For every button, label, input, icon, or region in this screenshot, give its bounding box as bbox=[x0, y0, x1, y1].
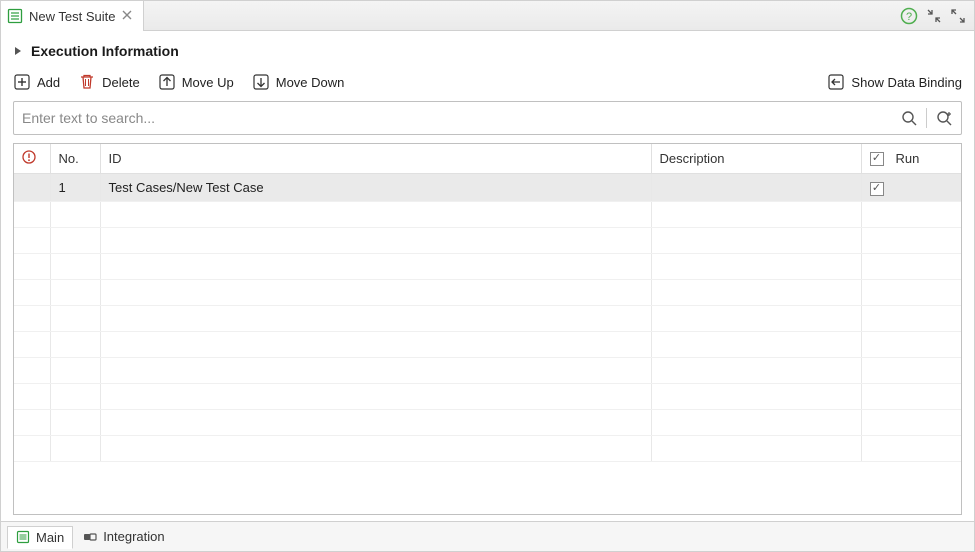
divider bbox=[926, 108, 927, 128]
table-row-empty bbox=[14, 253, 961, 279]
tab-integration-icon bbox=[83, 530, 97, 544]
tab-main-label: Main bbox=[36, 530, 64, 545]
search-input[interactable] bbox=[22, 110, 900, 126]
search-icon[interactable] bbox=[900, 109, 918, 127]
column-header-description[interactable]: Description bbox=[651, 144, 861, 174]
table-row-empty bbox=[14, 227, 961, 253]
minimize-icon[interactable] bbox=[926, 8, 942, 24]
bottom-tabs: Main Integration bbox=[1, 521, 974, 551]
table-row-empty bbox=[14, 435, 961, 461]
add-label: Add bbox=[37, 75, 60, 90]
show-data-binding-label: Show Data Binding bbox=[851, 75, 962, 90]
add-button[interactable]: Add bbox=[13, 73, 60, 91]
toolbar: Add Delete Move Up Move Down Show Data B… bbox=[13, 73, 962, 91]
titlebar: New Test Suite ? bbox=[1, 1, 974, 31]
column-header-id[interactable]: ID bbox=[100, 144, 651, 174]
move-down-button[interactable]: Move Down bbox=[252, 73, 345, 91]
run-checkbox[interactable] bbox=[870, 182, 884, 196]
delete-button[interactable]: Delete bbox=[78, 73, 140, 91]
titlebar-actions: ? bbox=[900, 1, 974, 30]
cell-description bbox=[651, 174, 861, 202]
search-bar bbox=[13, 101, 962, 135]
table-row[interactable]: 1Test Cases/New Test Case bbox=[14, 174, 961, 202]
move-up-button[interactable]: Move Up bbox=[158, 73, 234, 91]
table-row-empty bbox=[14, 305, 961, 331]
table-row-empty bbox=[14, 409, 961, 435]
warning-icon bbox=[22, 152, 36, 167]
tab-main-icon bbox=[16, 530, 30, 544]
table-row-empty bbox=[14, 383, 961, 409]
column-header-no[interactable]: No. bbox=[50, 144, 100, 174]
close-tab-icon[interactable] bbox=[121, 9, 133, 24]
table-row-empty bbox=[14, 331, 961, 357]
table-row-empty bbox=[14, 357, 961, 383]
tab-integration-label: Integration bbox=[103, 529, 164, 544]
column-header-warning[interactable] bbox=[14, 144, 50, 174]
table-row-empty bbox=[14, 201, 961, 227]
execution-information-header[interactable]: Execution Information bbox=[13, 43, 962, 59]
test-suite-icon bbox=[7, 8, 23, 24]
expand-triangle-icon bbox=[13, 44, 23, 59]
column-header-run[interactable]: Run bbox=[861, 144, 961, 174]
help-icon[interactable]: ? bbox=[900, 7, 918, 25]
maximize-icon[interactable] bbox=[950, 8, 966, 24]
delete-label: Delete bbox=[102, 75, 140, 90]
advanced-search-icon[interactable] bbox=[935, 109, 953, 127]
show-data-binding-button[interactable]: Show Data Binding bbox=[827, 73, 962, 91]
cell-no: 1 bbox=[50, 174, 100, 202]
move-down-label: Move Down bbox=[276, 75, 345, 90]
cell-id: Test Cases/New Test Case bbox=[100, 174, 651, 202]
move-up-label: Move Up bbox=[182, 75, 234, 90]
tab-integration[interactable]: Integration bbox=[75, 526, 172, 547]
run-all-checkbox[interactable] bbox=[870, 152, 884, 166]
svg-text:?: ? bbox=[906, 11, 912, 23]
editor-tab[interactable]: New Test Suite bbox=[1, 1, 144, 31]
tab-main[interactable]: Main bbox=[7, 526, 73, 549]
section-title: Execution Information bbox=[31, 43, 179, 59]
table-row-empty bbox=[14, 279, 961, 305]
test-cases-table: No. ID Description Run 1Test Cases/New T… bbox=[13, 143, 962, 515]
editor-tab-title: New Test Suite bbox=[29, 9, 115, 24]
